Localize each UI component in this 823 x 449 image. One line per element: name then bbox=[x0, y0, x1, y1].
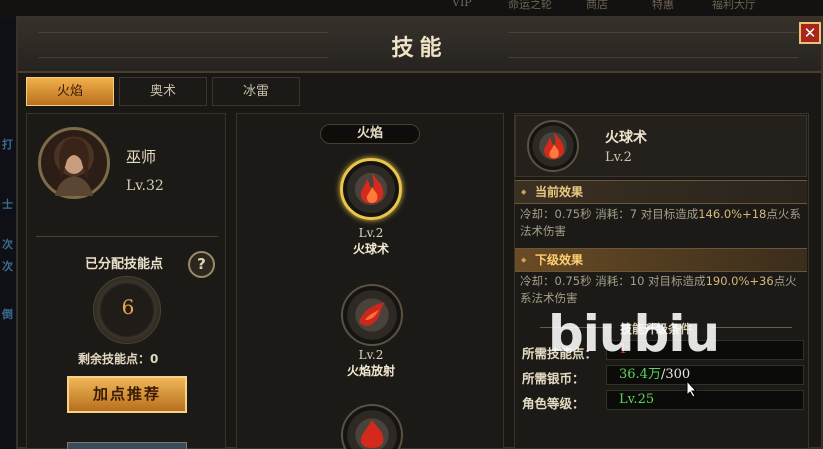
req-level-value: Lv.25 bbox=[606, 390, 804, 410]
tab-fire[interactable]: 火焰 bbox=[26, 77, 114, 106]
skill-name: 火焰放射 bbox=[346, 364, 395, 378]
window-title: 技能 bbox=[391, 35, 448, 61]
flame-wave-icon bbox=[359, 302, 385, 326]
help-button[interactable]: ? bbox=[188, 251, 215, 278]
edge-text: 次 bbox=[2, 238, 13, 251]
edge-text: 倒 bbox=[2, 308, 13, 321]
req-silver-value: 36.4万/300 bbox=[606, 365, 804, 385]
menu-deals[interactable]: 特惠 bbox=[652, 0, 674, 12]
next-effect-header: 下级效果 bbox=[515, 248, 807, 272]
edge-text: 次 bbox=[2, 260, 13, 273]
detail-skill-name: 火球术 bbox=[605, 130, 647, 146]
menu-wheel[interactable]: 命运之轮 bbox=[508, 0, 552, 12]
skill-level: Lv.2 bbox=[358, 226, 384, 240]
close-button[interactable]: ✕ bbox=[799, 22, 821, 44]
req-value: 36.4万 bbox=[619, 367, 661, 382]
current-effect-text: 冷却：0.75秒 消耗：7 对目标造成146.0%+18点火系法术伤害 bbox=[520, 206, 805, 240]
edge-text: 打 bbox=[2, 138, 13, 151]
req-level-label: 角色等级： bbox=[522, 396, 585, 411]
skill-name: 火球术 bbox=[352, 242, 389, 256]
skill-node-flame-wave[interactable] bbox=[341, 284, 403, 346]
divider bbox=[36, 236, 218, 237]
flame-icon bbox=[360, 420, 384, 448]
avatar bbox=[38, 127, 110, 199]
divider bbox=[712, 327, 792, 328]
character-level: Lv.32 bbox=[126, 178, 164, 194]
assigned-points-dial: 6 bbox=[93, 276, 161, 344]
help-icon: ? bbox=[197, 255, 206, 273]
effect-value: 146.0%+18 bbox=[698, 207, 767, 221]
req-value: Lv.25 bbox=[619, 392, 655, 407]
current-effect-header: 当前效果 bbox=[515, 180, 807, 204]
effect-text: 冷却：0.75秒 消耗：10 对目标造成 bbox=[520, 274, 706, 288]
window-header: 技能 bbox=[18, 18, 821, 73]
tab-frost-thunder[interactable]: 冰雷 bbox=[212, 77, 300, 106]
menu-shop[interactable]: 商店 bbox=[586, 0, 608, 12]
recommend-button[interactable]: 加点推荐 bbox=[67, 376, 187, 413]
assigned-points-value: 6 bbox=[121, 295, 135, 319]
fireball-icon bbox=[544, 132, 564, 159]
mouse-cursor-icon bbox=[686, 380, 698, 398]
skill-level: Lv.2 bbox=[358, 348, 384, 362]
edge-text: 士 bbox=[2, 198, 13, 211]
skill-tree-label: 火焰 bbox=[320, 124, 420, 144]
watermark: biubiu bbox=[548, 305, 720, 363]
skill-node-fireball[interactable] bbox=[340, 158, 402, 220]
req-silver-label: 所需银币： bbox=[522, 371, 585, 386]
menu-vip[interactable]: VIP bbox=[452, 0, 472, 9]
secondary-button[interactable] bbox=[67, 442, 187, 449]
close-icon: ✕ bbox=[803, 24, 817, 42]
effect-text: 冷却：0.75秒 消耗：7 对目标造成 bbox=[520, 207, 699, 221]
next-effect-text: 冷却：0.75秒 消耗：10 对目标造成190.0%+36点火系法术伤害 bbox=[520, 273, 805, 307]
character-class: 巫师 bbox=[126, 148, 157, 166]
tab-arcane[interactable]: 奥术 bbox=[119, 77, 207, 106]
effect-value: 190.0%+36 bbox=[705, 274, 774, 288]
portrait-icon bbox=[55, 138, 93, 196]
detail-skill-level: Lv.2 bbox=[605, 150, 632, 165]
menu-welfare[interactable]: 福利大厅 bbox=[712, 0, 756, 12]
fireball-icon bbox=[360, 173, 384, 204]
assigned-points-label: 已分配技能点 bbox=[85, 257, 164, 272]
remaining-points: 剩余技能点：0 bbox=[78, 352, 159, 366]
detail-skill-icon bbox=[527, 120, 579, 172]
